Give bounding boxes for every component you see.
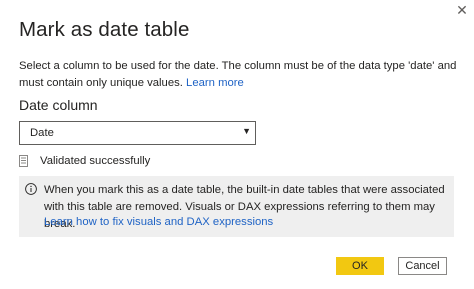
close-icon[interactable]: ✕ [454,2,470,18]
info-icon [25,183,37,195]
dialog-title: Mark as date table [19,18,190,41]
ok-button[interactable]: OK [336,257,384,275]
fix-visuals-link[interactable]: Learn how to fix visuals and DAX express… [44,216,273,228]
dialog-description: Select a column to be used for the date.… [19,58,459,92]
cancel-button[interactable]: Cancel [398,257,447,275]
info-banner: When you mark this as a date table, the … [19,176,454,237]
date-column-label: Date column [19,97,98,113]
learn-more-link[interactable]: Learn more [186,77,244,89]
validation-status-text: Validated successfully [40,155,151,167]
date-column-selected-value: Date [30,127,54,139]
chevron-down-icon: ▼ [242,126,251,136]
validated-document-icon [19,155,28,167]
validation-status: Validated successfully [19,154,150,168]
date-column-select[interactable]: Date ▼ [19,121,256,145]
